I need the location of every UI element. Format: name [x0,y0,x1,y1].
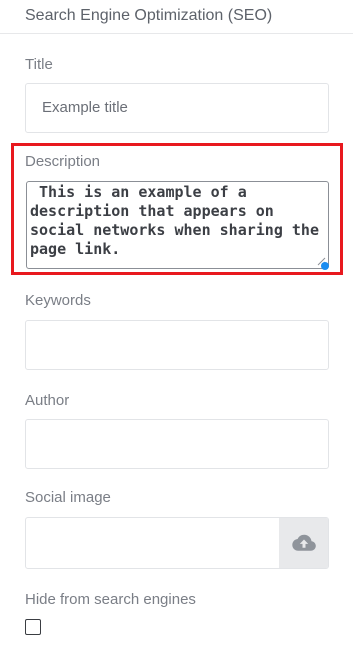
cloud-upload-icon [291,534,316,551]
keywords-label: Keywords [25,292,91,309]
description-text: This is an example of a description that… [30,183,329,258]
description-label: Description [25,153,101,170]
keywords-input[interactable] [25,320,329,370]
upload-button[interactable] [279,518,328,568]
author-input[interactable] [25,419,329,469]
author-label: Author [25,392,70,409]
hide-from-search-checkbox[interactable] [25,619,41,635]
title-input-value: Example title [42,99,128,116]
seo-panel-header: Search Engine Optimization (SEO) [0,0,353,34]
social-image-label: Social image [25,489,111,506]
social-image-input[interactable] [25,517,329,569]
panel-title: Search Engine Optimization (SEO) [25,7,273,24]
title-input[interactable]: Example title [25,83,329,133]
focus-indicator-dot [321,262,329,270]
title-label: Title [25,56,53,73]
description-textarea[interactable]: This is an example of a description that… [26,181,329,269]
hide-from-search-label: Hide from search engines [25,591,196,608]
